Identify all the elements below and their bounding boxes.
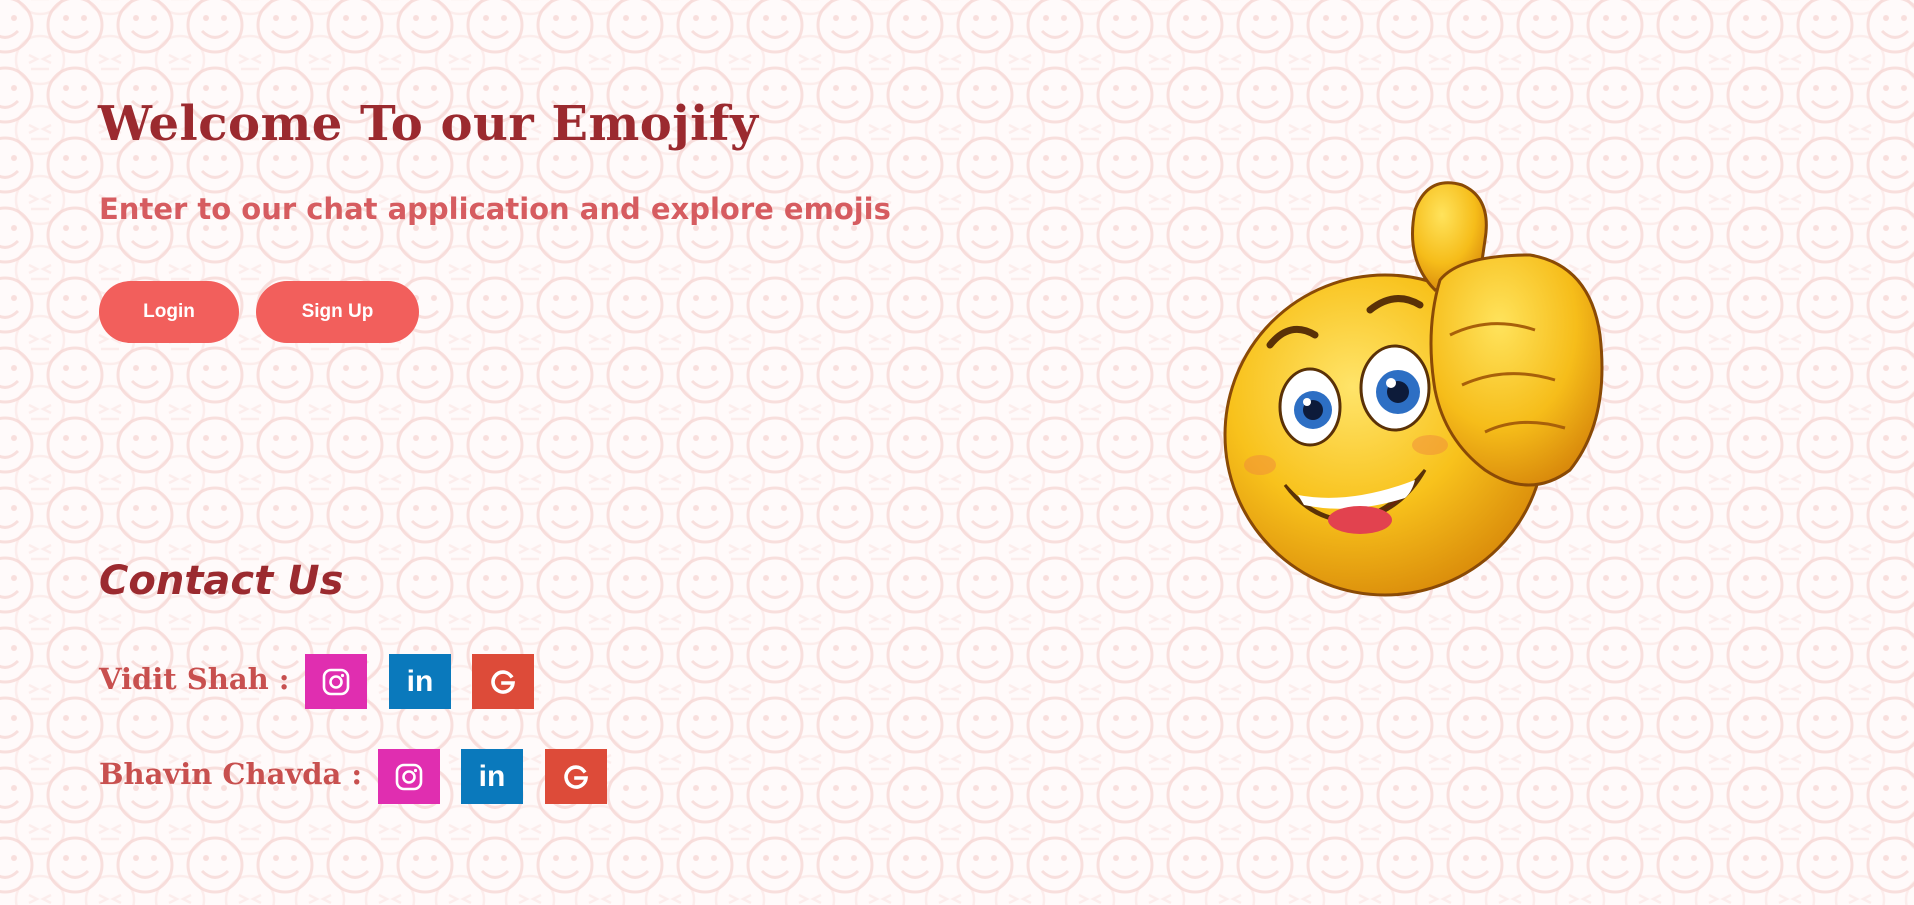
contact-name: Bhavin Chavda : [99,757,363,791]
google-link[interactable] [472,654,534,709]
instagram-icon [395,763,423,790]
instagram-link[interactable] [305,654,367,709]
thumbs-up-emoji-illustration [1223,181,1604,597]
contact-name: Vidit Shah : [99,662,290,696]
instagram-link[interactable] [378,749,440,804]
linkedin-link[interactable]: in [461,749,523,804]
google-link[interactable] [545,749,607,804]
linkedin-icon: in [406,664,434,698]
google-icon [491,669,515,694]
linkedin-link[interactable]: in [389,654,451,709]
signup-button[interactable]: Sign Up [256,281,419,343]
linkedin-icon: in [478,759,506,793]
google-icon [564,764,588,789]
page-title: Welcome To our Emojify [98,96,759,152]
login-button[interactable]: Login [99,281,239,343]
instagram-icon [322,668,350,695]
contact-us-heading: Contact Us [99,558,344,604]
page-subtitle: Enter to our chat application and explor… [99,192,891,226]
